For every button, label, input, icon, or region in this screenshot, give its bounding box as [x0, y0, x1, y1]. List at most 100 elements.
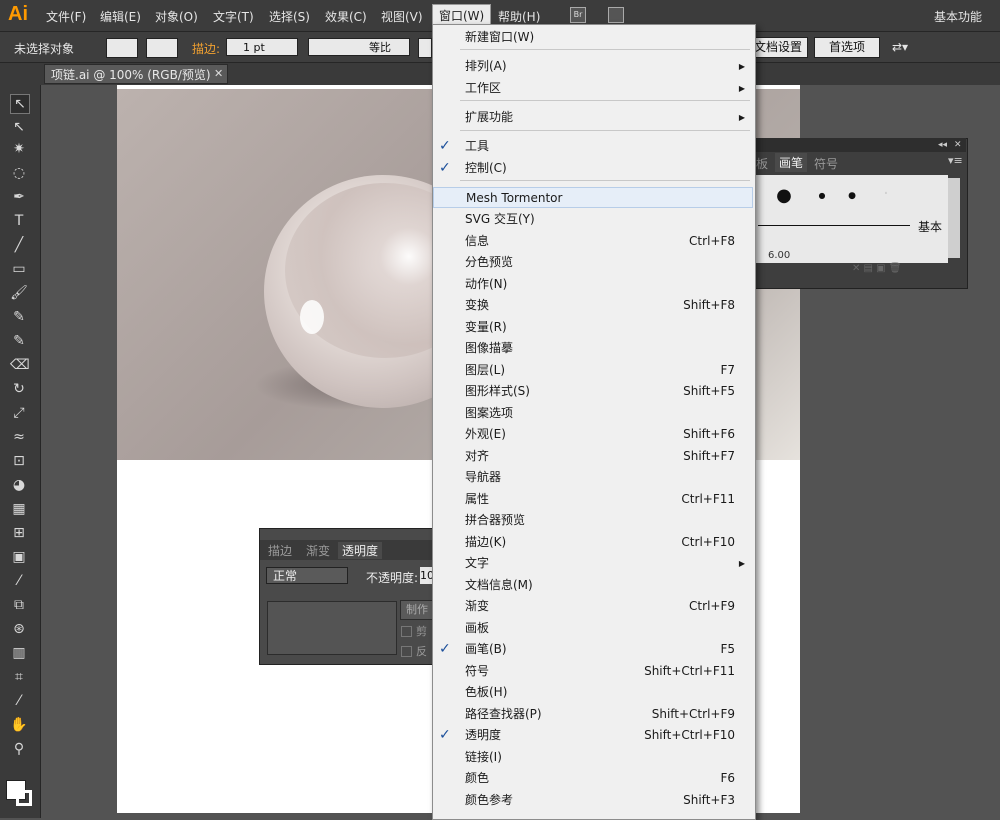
menu-item[interactable]: 颜色 F6 — [433, 768, 753, 789]
workspace-switcher[interactable]: 基本功能 — [934, 8, 982, 25]
menu-item[interactable]: 外观(E) Shift+F6 — [433, 424, 753, 445]
document-setup-button[interactable]: 文档设置 — [748, 37, 808, 58]
menu-file[interactable]: 文件(F) — [46, 8, 86, 25]
pen-tool-icon[interactable]: ✒ — [10, 188, 28, 206]
hand-tool-icon[interactable]: ✋ — [10, 716, 28, 734]
menu-item[interactable]: 图层(L) F7 — [433, 360, 753, 381]
panel-menu-icon[interactable]: ▾≡ — [948, 154, 963, 167]
menu-item[interactable]: 排列(A) ▶ — [433, 56, 753, 77]
perspective-grid-icon[interactable]: ▦ — [10, 500, 28, 518]
tab-swatches[interactable]: 板 — [756, 155, 768, 172]
brush-dot-large-icon[interactable]: ● — [772, 184, 796, 208]
menu-item[interactable]: Mesh Tormentor — [433, 187, 753, 208]
menu-item[interactable]: ✓ 工具 — [433, 136, 753, 157]
menu-item[interactable]: 新建窗口(W) — [433, 27, 753, 48]
menu-item[interactable]: 变量(R) — [433, 317, 753, 338]
menu-item[interactable]: 画板 — [433, 618, 753, 639]
gradient-tool-icon[interactable]: ▣ — [10, 548, 28, 566]
stroke-color-icon[interactable] — [16, 790, 32, 806]
invert-checkbox[interactable] — [401, 646, 412, 657]
magic-wand-icon[interactable]: ✷ — [10, 140, 28, 158]
brush-dot-small-icon[interactable]: ● — [810, 184, 834, 208]
menu-item[interactable]: 链接(I) — [433, 747, 753, 768]
line-tool-icon[interactable]: ╱ — [10, 236, 28, 254]
brush-list-scrollbar[interactable] — [948, 178, 960, 258]
free-transform-icon[interactable]: ⊡ — [10, 452, 28, 470]
menu-item[interactable]: ✓ 画笔(B) F5 — [433, 639, 753, 660]
mesh-tool-icon[interactable]: ⊞ — [10, 524, 28, 542]
shape-builder-icon[interactable]: ◕ — [10, 476, 28, 494]
type-tool-icon[interactable]: T — [10, 212, 28, 230]
menu-item[interactable]: 导航器 — [433, 467, 753, 488]
tab-brushes[interactable]: 画笔 — [775, 153, 808, 172]
make-mask-button[interactable]: 制作 — [400, 600, 434, 620]
pencil-icon[interactable]: ✎ — [10, 308, 28, 326]
rectangle-tool-icon[interactable]: ▭ — [10, 260, 28, 278]
brush-definition[interactable] — [418, 38, 432, 58]
selection-tool-icon[interactable]: ↖ — [10, 94, 30, 114]
menu-item[interactable]: ✓ 透明度 Shift+Ctrl+F10 — [433, 725, 753, 746]
zoom-tool-icon[interactable]: ⚲ — [10, 740, 28, 758]
menu-item[interactable]: ✓ 控制(C) — [433, 158, 753, 179]
arrange-documents-icon[interactable] — [608, 7, 624, 23]
blob-brush-icon[interactable]: ✎ — [10, 332, 28, 350]
tab-transparency[interactable]: 透明度 — [338, 542, 383, 559]
menu-item[interactable]: 工作区 ▶ — [433, 78, 753, 99]
document-tab[interactable]: 项链.ai @ 100% (RGB/预览) — [44, 64, 228, 84]
collapse-icon[interactable]: ◂◂ — [938, 140, 947, 150]
slice-tool-icon[interactable]: ⁄ — [10, 692, 28, 710]
clip-checkbox[interactable] — [401, 626, 412, 637]
stroke-label[interactable]: 描边: — [192, 40, 220, 57]
menu-item[interactable]: 拼合器预览 — [433, 510, 753, 531]
menu-help[interactable]: 帮助(H) — [498, 8, 540, 25]
menu-item[interactable]: 路径查找器(P) Shift+Ctrl+F9 — [433, 704, 753, 725]
menu-item[interactable]: 图形样式(S) Shift+F5 — [433, 381, 753, 402]
bridge-icon[interactable]: Br — [570, 7, 586, 23]
menu-item[interactable]: 符号 Shift+Ctrl+F11 — [433, 661, 753, 682]
menu-item[interactable]: 文字 ▶ — [433, 553, 753, 574]
scale-tool-icon[interactable]: ⤢ — [10, 404, 28, 422]
menu-view[interactable]: 视图(V) — [381, 8, 423, 25]
tab-stroke[interactable]: 描边 — [268, 542, 292, 559]
eyedropper-icon[interactable]: ⁄ — [10, 572, 28, 590]
stroke-swatch[interactable] — [146, 38, 178, 58]
menu-item[interactable]: 信息 Ctrl+F8 — [433, 231, 753, 252]
menu-item[interactable]: 变换 Shift+F8 — [433, 295, 753, 316]
menu-edit[interactable]: 编辑(E) — [100, 8, 141, 25]
rotate-tool-icon[interactable]: ↻ — [10, 380, 28, 398]
menu-item[interactable]: SVG 交互(Y) — [433, 209, 753, 230]
variable-width-profile[interactable]: 等比 — [308, 38, 410, 56]
brush-dot-faint-icon[interactable]: ˈ — [874, 184, 898, 208]
menu-item[interactable]: 动作(N) — [433, 274, 753, 295]
menu-item[interactable]: 扩展功能 ▶ — [433, 107, 753, 128]
brush-footer-icons[interactable]: ✕ ▤ ▣ 🗑 — [852, 263, 902, 274]
graph-tool-icon[interactable]: ▥ — [10, 644, 28, 662]
direct-selection-tool-icon[interactable]: ↖ — [10, 118, 28, 136]
menu-item[interactable]: 对齐 Shift+F7 — [433, 446, 753, 467]
fill-swatch[interactable] — [106, 38, 138, 58]
menu-item[interactable]: 颜色参考 Shift+F3 — [433, 790, 753, 811]
menu-effect[interactable]: 效果(C) — [325, 8, 367, 25]
paintbrush-icon[interactable]: 🖌 — [10, 284, 28, 302]
menu-item[interactable]: 渐变 Ctrl+F9 — [433, 596, 753, 617]
close-panel-icon[interactable]: ✕ — [954, 140, 962, 150]
blend-tool-icon[interactable]: ⧉ — [10, 596, 28, 614]
close-tab-icon[interactable]: ✕ — [214, 67, 223, 80]
stroke-weight-field[interactable]: 1 pt — [226, 38, 298, 56]
menu-item[interactable]: 图像描摹 — [433, 338, 753, 359]
tab-symbols[interactable]: 符号 — [814, 155, 838, 172]
artboard-tool-icon[interactable]: ⌗ — [10, 668, 28, 686]
eraser-icon[interactable]: ⌫ — [10, 356, 30, 374]
menu-item[interactable]: 描边(K) Ctrl+F10 — [433, 532, 753, 553]
lasso-icon[interactable]: ◌ — [10, 164, 28, 182]
width-tool-icon[interactable]: ≈ — [10, 428, 28, 446]
menu-item[interactable]: 属性 Ctrl+F11 — [433, 489, 753, 510]
menu-item[interactable]: 图案选项 — [433, 403, 753, 424]
symbol-sprayer-icon[interactable]: ⊛ — [10, 620, 28, 638]
preferences-button[interactable]: 首选项 — [814, 37, 880, 58]
menu-object[interactable]: 对象(O) — [155, 8, 198, 25]
menu-item[interactable]: 文档信息(M) — [433, 575, 753, 596]
menu-select[interactable]: 选择(S) — [269, 8, 310, 25]
menu-item[interactable]: 分色预览 — [433, 252, 753, 273]
blend-mode-select[interactable]: 正常 — [266, 567, 348, 584]
